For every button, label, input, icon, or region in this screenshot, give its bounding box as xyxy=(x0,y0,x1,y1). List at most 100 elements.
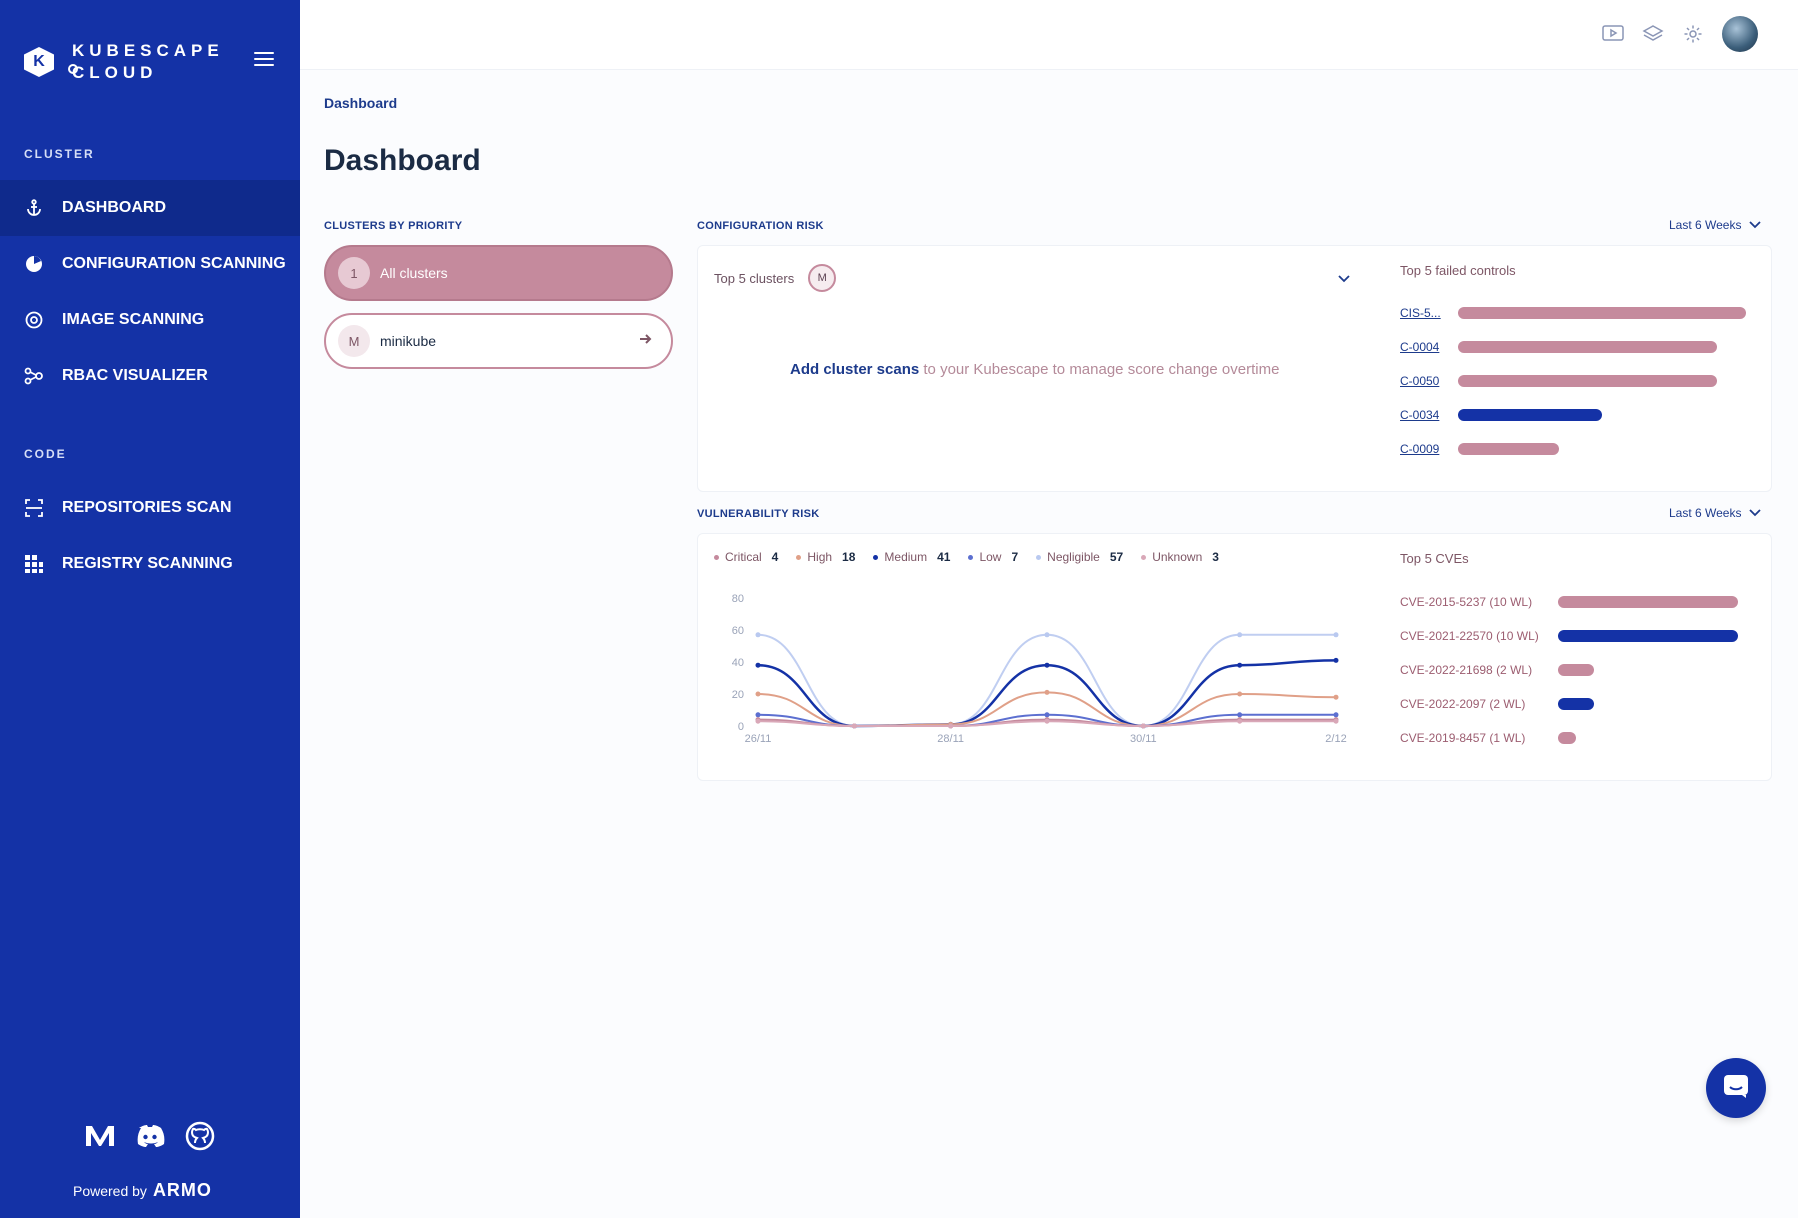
breadcrumb[interactable]: Dashboard xyxy=(324,95,397,111)
data-point[interactable] xyxy=(1237,691,1243,697)
topbar xyxy=(300,0,1798,70)
sidebar-item-label: CONFIGURATION SCANNING xyxy=(62,255,286,272)
data-point[interactable] xyxy=(851,723,857,729)
chat-button[interactable] xyxy=(1706,1058,1766,1118)
data-point[interactable] xyxy=(1044,689,1050,695)
cve-row[interactable]: CVE-2021-22570 (10 WL) xyxy=(1400,629,1738,643)
data-point[interactable] xyxy=(948,723,954,729)
cve-label: CVE-2022-21698 (2 WL) xyxy=(1400,663,1533,677)
data-point[interactable] xyxy=(1333,694,1339,700)
legend-count: 41 xyxy=(937,550,951,564)
control-link[interactable]: CIS-5... xyxy=(1400,306,1444,320)
cluster-dropdown-chevron-icon[interactable] xyxy=(1338,270,1350,288)
config-scan-icon xyxy=(24,254,44,274)
sidebar-item-label: RBAC VISUALIZER xyxy=(62,367,208,384)
y-tick-label: 0 xyxy=(738,721,744,733)
data-point[interactable] xyxy=(1333,712,1339,718)
failed-control-row: CIS-5... xyxy=(1400,306,1748,320)
sidebar-item-registry-scanning[interactable]: REGISTRY SCANNING xyxy=(0,536,300,592)
data-point[interactable] xyxy=(1044,662,1050,668)
cve-label: CVE-2022-2097 (2 WL) xyxy=(1400,697,1526,711)
sidebar-item-rbac-visualizer[interactable]: RBAC VISUALIZER xyxy=(0,348,300,404)
range-label: Last 6 Weeks xyxy=(1669,506,1742,520)
legend-item-critical[interactable]: Critical 4 xyxy=(714,550,778,564)
legend-label: High xyxy=(807,550,833,564)
cve-bar-track xyxy=(1558,732,1738,744)
clusters-by-priority-label: CLUSTERS BY PRIORITY xyxy=(324,220,463,232)
data-point[interactable] xyxy=(755,632,761,638)
avatar[interactable] xyxy=(1722,16,1758,52)
cluster-name: minikube xyxy=(380,333,437,349)
top-clusters-label: Top 5 clusters xyxy=(714,270,795,286)
data-point[interactable] xyxy=(755,712,761,718)
control-link[interactable]: C-0009 xyxy=(1400,442,1444,456)
cve-row[interactable]: CVE-2015-5237 (10 WL) xyxy=(1400,595,1738,609)
video-icon[interactable] xyxy=(1602,23,1624,45)
cluster-badge[interactable]: M xyxy=(808,264,837,292)
data-point[interactable] xyxy=(1333,632,1339,638)
legend-count: 3 xyxy=(1212,550,1219,564)
github-icon[interactable] xyxy=(184,1120,216,1152)
legend-label: Medium xyxy=(884,550,928,564)
logo-lens-icon xyxy=(68,64,78,74)
failed-control-row: C-0034 xyxy=(1400,408,1748,422)
data-point[interactable] xyxy=(755,662,761,668)
data-point[interactable] xyxy=(1237,632,1243,638)
powered-by-label: Powered by xyxy=(73,1182,147,1199)
layers-icon[interactable] xyxy=(1642,23,1664,45)
vuln-range-select[interactable]: Last 6 Weeks xyxy=(1669,506,1762,520)
gear-icon[interactable] xyxy=(1682,23,1704,45)
powered-by[interactable]: Powered by ARMO xyxy=(73,1180,212,1201)
control-link[interactable]: C-0004 xyxy=(1400,340,1444,354)
cve-bar-track xyxy=(1558,596,1738,608)
data-point[interactable] xyxy=(1140,723,1146,729)
menu-toggle-icon[interactable] xyxy=(254,52,274,66)
sidebar-item-label: DASHBOARD xyxy=(62,199,166,216)
legend-count: 7 xyxy=(1011,550,1019,564)
vulnerability-risk-card: Critical 4 High 18 Medium 41 Low 7 Negligible 57 U… xyxy=(697,533,1772,781)
data-point[interactable] xyxy=(1044,632,1050,638)
severity-legend: Critical 4 High 18 Medium 41 Low 7 Negligible 57 U… xyxy=(714,550,1219,564)
cve-row[interactable]: CVE-2022-21698 (2 WL) xyxy=(1400,663,1738,677)
cve-bar xyxy=(1558,664,1594,676)
data-point[interactable] xyxy=(1044,712,1050,718)
all-clusters-pill[interactable]: 1 All clusters xyxy=(324,245,673,301)
cluster-item-minikube[interactable]: M minikube xyxy=(324,313,673,369)
social-links xyxy=(84,1120,216,1152)
data-point[interactable] xyxy=(755,691,761,697)
anchor-icon xyxy=(24,198,44,218)
legend-count: 18 xyxy=(842,550,856,564)
sidebar-item-dashboard[interactable]: DASHBOARD xyxy=(0,180,300,236)
data-point[interactable] xyxy=(1044,718,1050,724)
add-cluster-scans-link[interactable]: Add cluster scans xyxy=(790,361,919,378)
config-range-select[interactable]: Last 6 Weeks xyxy=(1669,218,1762,232)
sidebar-item-configuration-scanning[interactable]: CONFIGURATION SCANNING xyxy=(0,236,300,292)
data-point[interactable] xyxy=(1333,657,1339,663)
control-link[interactable]: C-0034 xyxy=(1400,408,1444,422)
sidebar-item-repositories-scan[interactable]: REPOSITORIES SCAN xyxy=(0,480,300,536)
cve-label: CVE-2015-5237 (10 WL) xyxy=(1400,595,1533,609)
registry-icon xyxy=(24,554,44,574)
data-point[interactable] xyxy=(1237,718,1243,724)
cve-row[interactable]: CVE-2022-2097 (2 WL) xyxy=(1400,697,1738,711)
cluster-initial-badge: M xyxy=(338,325,370,357)
legend-item-medium[interactable]: Medium 41 xyxy=(873,550,950,564)
data-point[interactable] xyxy=(1237,712,1243,718)
y-tick-label: 40 xyxy=(732,657,744,669)
logo[interactable]: K KUBESCAPE CLOUD xyxy=(24,40,224,84)
data-point[interactable] xyxy=(755,718,761,724)
sidebar-item-image-scanning[interactable]: IMAGE SCANNING xyxy=(0,292,300,348)
legend-item-negligible[interactable]: Negligible 57 xyxy=(1036,550,1123,564)
image-scan-icon xyxy=(24,310,44,330)
failed-control-row: C-0004 xyxy=(1400,340,1748,354)
control-link[interactable]: C-0050 xyxy=(1400,374,1444,388)
legend-dot-icon xyxy=(968,554,974,560)
medium-icon[interactable] xyxy=(84,1120,116,1152)
cve-row[interactable]: CVE-2019-8457 (1 WL) xyxy=(1400,731,1738,745)
legend-item-high[interactable]: High 18 xyxy=(796,550,855,564)
legend-item-unknown[interactable]: Unknown 3 xyxy=(1141,550,1219,564)
discord-icon[interactable] xyxy=(134,1120,166,1152)
data-point[interactable] xyxy=(1237,662,1243,668)
legend-item-low[interactable]: Low 7 xyxy=(968,550,1018,564)
data-point[interactable] xyxy=(1333,718,1339,724)
